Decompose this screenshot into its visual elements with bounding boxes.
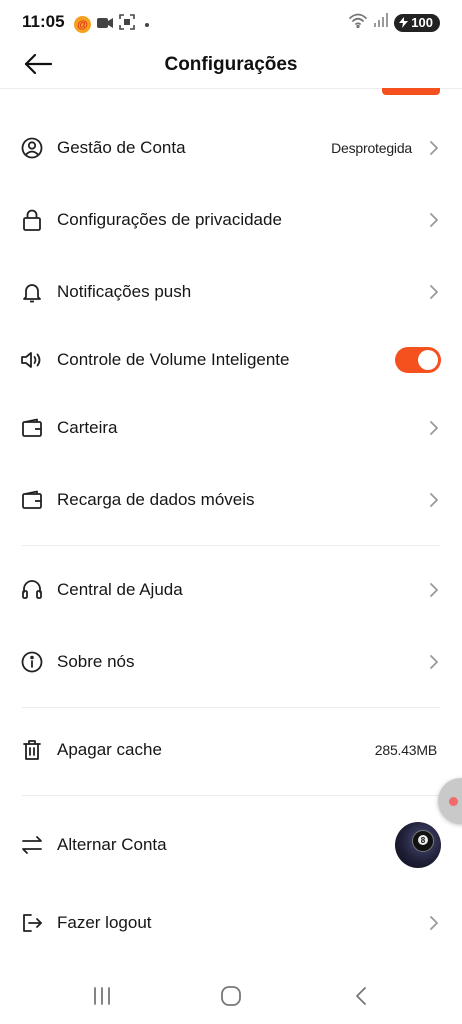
chevron-right-icon [428,418,440,438]
settings-item-label: Carteira [57,418,118,437]
settings-item-about[interactable]: Sobre nós [0,632,462,692]
user-circle-icon [20,136,44,160]
settings-item-help[interactable]: Central de Ajuda [0,560,462,620]
settings-item-label: Configurações de privacidade [57,210,282,229]
section-divider [22,707,440,708]
status-time: 11:05 [22,12,65,31]
volume-toggle[interactable] [395,347,441,373]
chevron-right-icon [428,138,440,158]
battery-level: 100 [411,15,433,30]
bell-icon [20,280,44,304]
recent-apps-icon [92,986,112,1010]
system-nav-bar [0,972,462,1024]
top-accent-strip [382,88,440,95]
account-status-value: Desprotegida [331,140,412,156]
headset-icon [20,578,44,602]
settings-item-label: Notificações push [57,282,192,301]
wallet-icon [20,416,44,440]
status-right-icons: 100 [348,12,440,33]
settings-item-label: Controle de Volume Inteligente [57,350,290,369]
lock-icon [20,208,44,232]
avatar[interactable]: 8 [395,822,441,868]
recent-apps-button[interactable] [82,984,122,1012]
settings-item-cache[interactable]: Apagar cache 285.43MB [0,720,462,780]
signal-icon [374,13,389,32]
chevron-right-icon [428,490,440,510]
dot-icon [145,22,149,27]
settings-item-label: Fazer logout [57,913,152,932]
chevron-right-icon [428,210,440,230]
home-button[interactable] [211,984,251,1012]
settings-item-label: Gestão de Conta [57,138,186,157]
settings-item-switch-account[interactable]: Alternar Conta 8 [0,815,462,875]
system-back-button[interactable] [341,984,381,1012]
settings-item-wallet[interactable]: Carteira [0,398,462,458]
settings-item-account[interactable]: Gestão de Conta Desprotegida [0,118,462,178]
record-dot-icon [449,797,458,806]
logout-icon [20,911,44,935]
settings-item-label: Central de Ajuda [57,580,183,599]
video-camera-icon [97,16,113,34]
settings-item-push[interactable]: Notificações push [0,262,462,322]
status-bar: 11:05 @ 100 [0,0,462,44]
info-icon [20,650,44,674]
settings-item-logout[interactable]: Fazer logout [0,893,462,953]
billiard-ball-image: 8 [412,830,434,852]
settings-item-label: Alternar Conta [57,835,167,854]
chevron-right-icon [428,580,440,600]
trash-icon [20,738,44,762]
settings-item-label: Sobre nós [57,652,135,671]
settings-item-volume: Controle de Volume Inteligente [0,330,462,390]
page-title: Configurações [164,54,298,75]
status-left-icons: @ [74,14,149,35]
chevron-right-icon [428,913,440,933]
toggle-knob [418,350,438,370]
settings-item-label: Apagar cache [57,740,162,759]
back-icon [355,986,367,1011]
settings-item-privacy[interactable]: Configurações de privacidade [0,190,462,250]
settings-item-label: Recarga de dados móveis [57,490,255,509]
swap-arrows-icon [20,833,44,857]
speaker-icon [20,348,44,372]
section-divider [22,545,440,546]
screen-record-icon [119,14,135,35]
battery-icon: 100 [394,13,440,32]
section-divider [22,795,440,796]
chevron-right-icon [428,652,440,672]
header-bar: Configurações [0,44,462,89]
notification-app-icon: @ [74,16,91,33]
cache-size-value: 285.43MB [374,742,437,758]
wallet-icon [20,488,44,512]
settings-item-topup[interactable]: Recarga de dados móveis [0,470,462,530]
wifi-icon [348,12,368,33]
chevron-right-icon [428,282,440,302]
home-icon [220,985,242,1012]
